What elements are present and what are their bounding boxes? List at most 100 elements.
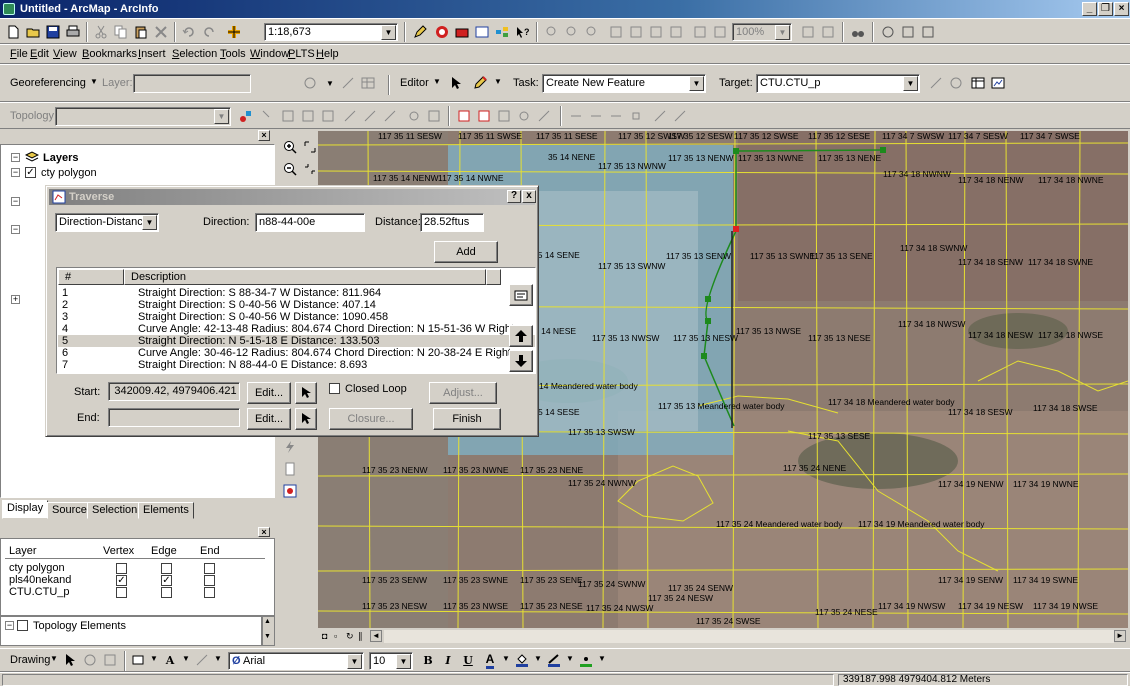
target-combobox[interactable]: CTU.CTU_p bbox=[756, 74, 920, 93]
find-button[interactable] bbox=[848, 22, 868, 42]
hyperlink-button[interactable] bbox=[280, 481, 300, 501]
close-button[interactable]: × bbox=[1114, 2, 1129, 16]
whats-this-button[interactable]: ? bbox=[512, 22, 532, 42]
add-control-points-button[interactable] bbox=[338, 73, 358, 93]
traverse-course-row[interactable]: 7 Straight Direction: N 88-44-0 E Distanc… bbox=[58, 359, 535, 371]
chevron-down-icon[interactable] bbox=[381, 25, 396, 40]
pause-drawing-button[interactable]: ∥ bbox=[358, 631, 363, 642]
command-line-button[interactable] bbox=[472, 22, 492, 42]
map-scale-combobox[interactable]: 1:18,673 bbox=[264, 23, 398, 41]
scroll-down-icon[interactable]: ▼ bbox=[264, 633, 271, 640]
fixed-zoom-out-button[interactable] bbox=[300, 159, 320, 179]
snap-vertex-checkbox[interactable] bbox=[116, 563, 127, 574]
traverse-course-row[interactable]: 2 Straight Direction: S 0-40-56 W Distanc… bbox=[58, 299, 535, 311]
start-pick-button[interactable] bbox=[295, 382, 317, 404]
georef-layer-combobox[interactable] bbox=[133, 74, 251, 93]
menu-edit[interactable]: Edit bbox=[30, 48, 49, 60]
edit-vertices-button[interactable] bbox=[192, 650, 212, 670]
restore-button[interactable]: ❐ bbox=[1098, 2, 1113, 16]
topology-tool-19[interactable] bbox=[626, 106, 646, 126]
topology-edit-tool-button[interactable] bbox=[258, 106, 278, 126]
add-button[interactable]: Add bbox=[434, 241, 498, 263]
chevron-down-icon[interactable] bbox=[347, 654, 362, 669]
move-up-button[interactable] bbox=[509, 325, 533, 347]
rotate-element-button[interactable] bbox=[80, 650, 100, 670]
editor-toolbar-button[interactable] bbox=[410, 22, 430, 42]
chevron-down-icon[interactable]: ▼ bbox=[502, 654, 510, 663]
topology-combobox[interactable] bbox=[55, 107, 231, 126]
paste-button[interactable] bbox=[131, 22, 151, 42]
chevron-down-icon[interactable]: ▼ bbox=[598, 654, 606, 663]
minimize-button[interactable]: _ bbox=[1082, 2, 1097, 16]
snap-vertex-checkbox[interactable]: ✓ bbox=[116, 575, 127, 586]
text-tool-button[interactable]: A bbox=[160, 650, 180, 670]
bold-button[interactable]: B bbox=[418, 650, 438, 670]
edit-tool-button[interactable] bbox=[446, 73, 466, 93]
chevron-down-icon[interactable]: ▼ bbox=[494, 77, 502, 86]
delete-button[interactable] bbox=[151, 22, 171, 42]
editor-menu[interactable]: Editor bbox=[400, 77, 429, 89]
collapse-icon[interactable]: − bbox=[11, 168, 20, 177]
drawing-menu[interactable]: Drawing bbox=[10, 654, 50, 666]
traverse-close-button[interactable]: x bbox=[522, 190, 536, 203]
collapse-icon[interactable]: − bbox=[11, 197, 20, 206]
topology-tool-10[interactable] bbox=[424, 106, 444, 126]
topology-tool-16[interactable] bbox=[566, 106, 586, 126]
refresh-button[interactable]: ↻ bbox=[346, 631, 354, 642]
expand-icon[interactable]: + bbox=[11, 295, 20, 304]
tool-btn-7[interactable] bbox=[666, 22, 686, 42]
menu-bookmarks[interactable]: Bookmarks bbox=[82, 48, 137, 60]
menu-tools[interactable]: Tools bbox=[220, 48, 246, 60]
menu-help[interactable]: Help bbox=[316, 48, 339, 60]
chevron-down-icon[interactable] bbox=[142, 215, 157, 230]
end-edit-button[interactable]: Edit... bbox=[247, 408, 291, 430]
arccatalog-button[interactable] bbox=[432, 22, 452, 42]
snap-edge-checkbox[interactable] bbox=[161, 587, 172, 598]
tool-btn-1[interactable] bbox=[542, 22, 562, 42]
chevron-down-icon[interactable] bbox=[214, 109, 229, 124]
tool-btn-14[interactable] bbox=[918, 22, 938, 42]
snap-edge-checkbox[interactable]: ✓ bbox=[161, 575, 172, 586]
menu-insert[interactable]: Insert bbox=[138, 48, 166, 60]
adjust-button[interactable]: Adjust... bbox=[429, 382, 497, 404]
col-number-header[interactable]: # bbox=[58, 269, 124, 285]
layer-cty-polygon[interactable]: cty polygon bbox=[41, 167, 97, 179]
link-table-button[interactable] bbox=[358, 73, 378, 93]
topology-tool-14[interactable] bbox=[514, 106, 534, 126]
traverse-course-row[interactable]: 3 Straight Direction: S 0-40-56 W Distanc… bbox=[58, 311, 535, 323]
traverse-title-bar[interactable]: Traverse ? x bbox=[49, 189, 536, 205]
chevron-down-icon[interactable]: ▼ bbox=[214, 654, 222, 663]
rectangle-tool-button[interactable] bbox=[128, 650, 148, 670]
font-color-button[interactable]: A bbox=[480, 650, 500, 670]
direction-input[interactable]: n88-44-00e bbox=[255, 213, 365, 232]
start-edit-button[interactable]: Edit... bbox=[247, 382, 291, 404]
chevron-down-icon[interactable]: ▼ bbox=[433, 77, 441, 86]
topology-tool-7[interactable] bbox=[360, 106, 380, 126]
snap-vertex-checkbox[interactable] bbox=[116, 587, 127, 598]
properties-button[interactable] bbox=[509, 284, 533, 306]
rotate-button[interactable] bbox=[300, 73, 320, 93]
split-tool-button[interactable] bbox=[926, 73, 946, 93]
arctoolbox-button[interactable] bbox=[452, 22, 472, 42]
model-builder-button[interactable] bbox=[492, 22, 512, 42]
validate-button[interactable] bbox=[454, 106, 474, 126]
topology-tool-9[interactable] bbox=[404, 106, 424, 126]
georeferencing-menu[interactable]: Georeferencing bbox=[10, 77, 86, 89]
fixed-zoom-in-button[interactable] bbox=[300, 137, 320, 157]
tool-btn-8[interactable] bbox=[690, 22, 710, 42]
chevron-down-icon[interactable] bbox=[689, 76, 704, 91]
tab-selection[interactable]: Selection bbox=[87, 502, 143, 519]
print-button[interactable] bbox=[63, 22, 83, 42]
closure-button[interactable]: Closure... bbox=[329, 408, 413, 430]
col-extra-header[interactable] bbox=[486, 269, 501, 285]
tool-btn-11[interactable] bbox=[818, 22, 838, 42]
tab-source[interactable]: Source bbox=[47, 502, 92, 519]
scroll-left-icon[interactable]: ◄ bbox=[370, 630, 382, 642]
data-view-button[interactable]: ◘ bbox=[322, 631, 327, 641]
redo-button[interactable] bbox=[199, 22, 219, 42]
topology-tool-3[interactable] bbox=[278, 106, 298, 126]
collapse-icon[interactable]: − bbox=[11, 153, 20, 162]
topology-tool-21[interactable] bbox=[670, 106, 690, 126]
end-pick-button[interactable] bbox=[295, 408, 317, 430]
horizontal-scrollbar[interactable] bbox=[384, 630, 1114, 643]
